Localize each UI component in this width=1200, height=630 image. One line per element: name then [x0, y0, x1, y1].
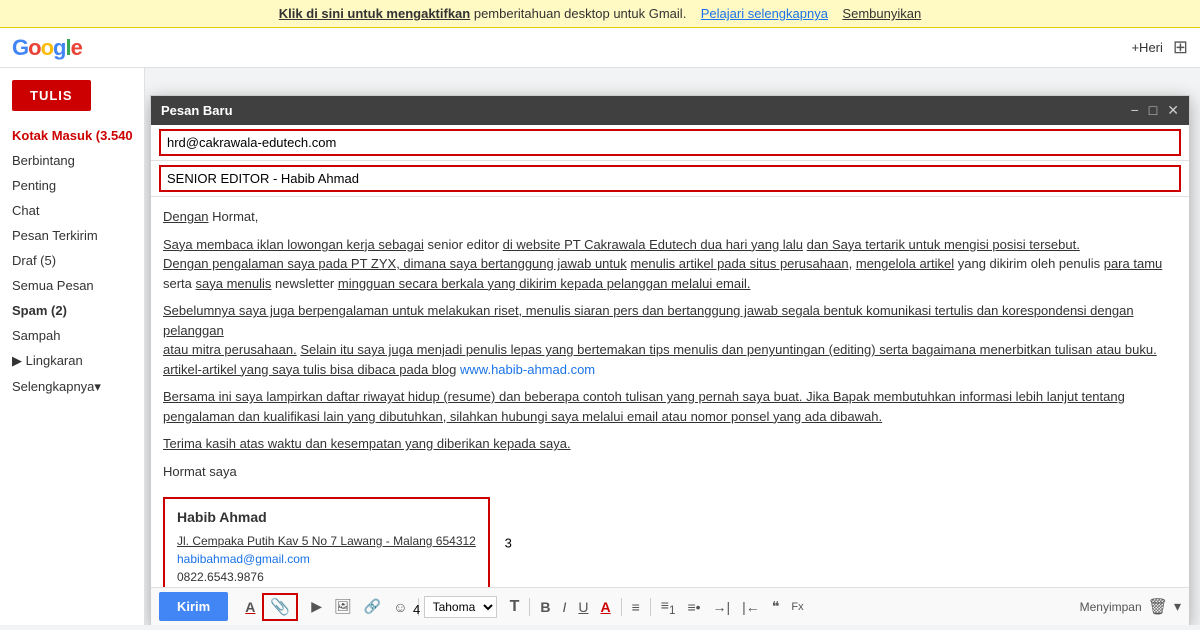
sig-email: habibahmad@gmail.com	[177, 550, 476, 568]
number-4-label: 4	[413, 602, 420, 617]
sidebar-item-inbox[interactable]: Kotak Masuk (3.540	[0, 123, 144, 148]
body-para-3: Bersama ini saya lampirkan daftar riwaya…	[163, 387, 1177, 426]
sidebar-item-circles[interactable]: ▶ Lingkaran	[0, 348, 144, 374]
sidebar: TULIS Kotak Masuk (3.540 Berbintang Pent…	[0, 68, 145, 625]
toolbar-divider-4	[650, 598, 651, 616]
insert-drive-button[interactable]: ▶	[306, 595, 327, 618]
italic-button[interactable]: I	[557, 596, 571, 618]
body-greeting: Dengan Hormat,	[163, 207, 1177, 227]
top-header-bar: Google +Heri ⊞	[0, 28, 1200, 68]
minimize-button[interactable]: −	[1131, 102, 1139, 119]
ordered-list-button[interactable]: ≡1	[656, 594, 681, 620]
close-button[interactable]: ✕	[1167, 102, 1179, 119]
sidebar-item-starred[interactable]: Berbintang	[0, 148, 144, 173]
google-logo: Google	[12, 35, 82, 61]
notif-hide-link[interactable]: Sembunyikan	[842, 6, 921, 21]
text-color-button[interactable]: A	[240, 596, 260, 618]
compose-header[interactable]: Pesan Baru − □ ✕	[151, 96, 1189, 125]
body-para-2: Sebelumnya saya juga berpengalaman untuk…	[163, 301, 1177, 379]
to-input[interactable]	[159, 129, 1181, 156]
indent-button[interactable]: →|	[708, 596, 736, 618]
font-size-button[interactable]: T	[505, 595, 525, 619]
signature-block: Habib Ahmad Jl. Cempaka Putih Kav 5 No 7…	[163, 497, 490, 587]
unordered-list-button[interactable]: ≡•	[682, 596, 705, 618]
toolbar-divider-3	[621, 598, 622, 616]
compose-subject-row: 2	[151, 161, 1189, 197]
toolbar-divider-2	[529, 598, 530, 616]
sidebar-item-all[interactable]: Semua Pesan	[0, 273, 144, 298]
sig-name: Habib Ahmad	[177, 507, 476, 528]
signature-container: Habib Ahmad Jl. Cempaka Putih Kav 5 No 7…	[163, 489, 490, 587]
bold-button[interactable]: B	[535, 596, 555, 618]
notification-bar: Klik di sini untuk mengaktifkan pemberit…	[0, 0, 1200, 28]
user-profile-link[interactable]: +Heri	[1131, 40, 1162, 55]
sidebar-item-drafts[interactable]: Draf (5)	[0, 248, 144, 273]
top-bar-right: +Heri ⊞	[1131, 37, 1188, 58]
insert-link-button[interactable]: 🔗	[359, 595, 386, 618]
underline-button[interactable]: U	[573, 596, 593, 618]
sig-address: Jl. Cempaka Putih Kav 5 No 7 Lawang - Ma…	[177, 532, 476, 550]
sidebar-item-more[interactable]: Selengkapnya▾	[0, 374, 144, 400]
compose-to-row: 1	[151, 125, 1189, 161]
compose-button[interactable]: TULIS	[12, 80, 91, 111]
apps-icon[interactable]: ⊞	[1173, 37, 1188, 58]
body-para-1: Saya membaca iklan lowongan kerja sebaga…	[163, 235, 1177, 294]
outdent-button[interactable]: |←	[737, 596, 765, 618]
notif-main-text[interactable]: Klik di sini untuk mengaktifkan	[279, 6, 470, 21]
clear-format-button[interactable]: Fx	[786, 598, 808, 616]
notif-learn-link[interactable]: Pelajari selengkapnya	[701, 6, 828, 21]
send-button[interactable]: Kirim	[159, 592, 228, 621]
attach-button[interactable]: 📎	[262, 593, 298, 621]
label-number-3: 3	[505, 533, 512, 553]
sidebar-item-spam[interactable]: Spam (2)	[0, 298, 144, 323]
compose-toolbar: Kirim A 📎 4 ▶ 🖼 🔗 ☺ Tahoma T B I	[151, 587, 1189, 625]
body-para-4: Terima kasih atas waktu dan kesempatan y…	[163, 434, 1177, 454]
content-area: Pesan Baru − □ ✕ 1 2 Dengan Hormat,	[145, 68, 1200, 625]
font-color-button[interactable]: A	[596, 596, 616, 618]
delete-draft-button[interactable]: 🗑	[1148, 597, 1168, 617]
main-layout: TULIS Kotak Masuk (3.540 Berbintang Pent…	[0, 68, 1200, 625]
compose-title: Pesan Baru	[161, 103, 233, 118]
compose-window: Pesan Baru − □ ✕ 1 2 Dengan Hormat,	[150, 95, 1190, 625]
save-status: Menyimpan	[1080, 600, 1142, 614]
maximize-button[interactable]: □	[1149, 102, 1157, 119]
sidebar-item-trash[interactable]: Sampah	[0, 323, 144, 348]
toolbar-right: Menyimpan 🗑 ▾	[1080, 597, 1181, 617]
insert-image-button[interactable]: 🖼	[329, 595, 357, 618]
compose-controls: − □ ✕	[1131, 102, 1179, 119]
sidebar-item-chat[interactable]: Chat	[0, 198, 144, 223]
sidebar-item-sent[interactable]: Pesan Terkirim	[0, 223, 144, 248]
body-closing: Hormat saya	[163, 462, 1177, 482]
subject-input[interactable]	[159, 165, 1181, 192]
blockquote-button[interactable]: ❝	[767, 595, 785, 618]
sidebar-item-important[interactable]: Penting	[0, 173, 144, 198]
more-options-button[interactable]: ▾	[1174, 598, 1181, 615]
blog-link[interactable]: www.habib-ahmad.com	[460, 362, 595, 377]
align-button[interactable]: ≡	[627, 596, 645, 618]
font-family-select[interactable]: Tahoma	[424, 596, 497, 618]
sig-phone: 0822.6543.9876	[177, 568, 476, 586]
notif-rest-text: pemberitahuan desktop untuk Gmail.	[474, 6, 686, 21]
insert-emoji-button[interactable]: ☺	[388, 596, 412, 618]
compose-body[interactable]: Dengan Hormat, Saya membaca iklan lowong…	[151, 197, 1189, 587]
